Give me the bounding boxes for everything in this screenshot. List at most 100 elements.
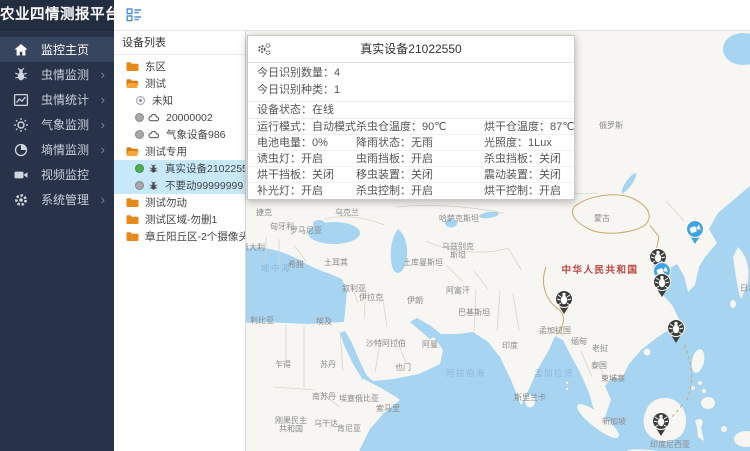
sidebar-item-video-monitor[interactable]: 视频监控 xyxy=(0,162,114,187)
sidebar-item-insect-stats[interactable]: 虫情统计 › xyxy=(0,87,114,112)
layout-list-icon[interactable] xyxy=(126,7,142,23)
topbar xyxy=(114,0,750,31)
sidebar-item-label: 监控主页 xyxy=(41,41,89,58)
tree-item-device-20000002[interactable]: 20000002 xyxy=(114,109,245,126)
tree-item-unknown-device[interactable]: 未知 xyxy=(114,92,245,109)
popup-grid-cell: 诱虫灯：开启 xyxy=(248,151,356,166)
sidebar-item-label: 气象监测 xyxy=(41,116,89,133)
popup-grid-cell: 杀虫控制：开启 xyxy=(356,183,484,199)
map-label: 印度 xyxy=(502,340,518,350)
tree-item-test-special-group[interactable]: 测试专用 xyxy=(114,143,245,160)
tree-item-zhangqiu-cameras[interactable]: 章丘阳丘区-2个摄像头 xyxy=(114,228,245,245)
tree-item-label: 真实设备21022550 xyxy=(165,161,245,176)
device-info-popup: 真实设备21022550 今日识别数量：4今日识别种类：1 设备状态：在线 运行… xyxy=(247,35,575,200)
tree-item-real-device-21022550[interactable]: 真实设备21022550 xyxy=(114,160,245,177)
video-icon xyxy=(13,167,29,183)
chevron-right-icon: › xyxy=(101,66,105,81)
tree-item-label: 20000002 xyxy=(166,112,213,124)
map-label: 俄罗斯 xyxy=(599,120,623,130)
map-label: 日本 xyxy=(740,283,750,293)
map-label: 伊拉克 xyxy=(359,292,383,302)
map-label: 泰国 xyxy=(591,360,607,370)
map-label: 印度尼西亚 xyxy=(650,439,690,449)
folder-closed-icon xyxy=(126,214,139,225)
sidebar-item-label: 虫情统计 xyxy=(41,91,89,108)
map-label: 肯尼亚 xyxy=(337,423,361,433)
tree-item-label: 气象设备986 xyxy=(166,127,226,142)
bug-device-icon xyxy=(148,181,159,191)
map-label: 乌克兰 xyxy=(335,207,359,217)
tree-item-dont-move-99999999[interactable]: 不要动99999999 xyxy=(114,177,245,194)
popup-grid-cell: 烘干挡板：关闭 xyxy=(248,167,356,182)
popup-header: 真实设备21022550 xyxy=(248,36,574,63)
map-label: 阿拉伯海 xyxy=(446,368,486,378)
map-label: 埃塞俄比亚 xyxy=(339,393,379,403)
tree-item-test-group[interactable]: 测试 xyxy=(114,75,245,92)
map-label: 新加坡 xyxy=(602,416,626,426)
sidebar-item-insect-monitor[interactable]: 虫情监测 › xyxy=(0,62,114,87)
location-dot-icon xyxy=(135,95,146,106)
popup-stat: 今日识别种类：1 xyxy=(248,82,574,99)
popup-grid-cell: 烘干仓温度：87℃ xyxy=(484,119,574,134)
tree-item-weather-device-986[interactable]: 气象设备986 xyxy=(114,126,245,143)
sidebar-item-system-manage[interactable]: 系统管理› xyxy=(0,187,114,212)
popup-grid-row: 补光灯：开启杀虫控制：开启烘干控制：开启 xyxy=(248,183,574,199)
bug-icon xyxy=(13,67,29,83)
gears-cluster-icon[interactable] xyxy=(256,42,272,57)
sidebar: 农业四情测报平台 监控主页虫情监测›虫情统计›气象监测›墒情监测›视频监控系统管… xyxy=(0,0,114,451)
map-label: 巴基斯坦 xyxy=(458,307,490,317)
tree-item-label: 测试专用 xyxy=(145,144,187,159)
map-label: 也门 xyxy=(395,362,411,372)
popup-grid: 运行模式：自动模式杀虫仓温度：90℃烘干仓温度：87℃电池电量：0%降雨状态：无… xyxy=(248,119,574,199)
cloud-device-icon xyxy=(148,130,160,139)
popup-grid-cell: 移虫装置：关闭 xyxy=(356,167,484,182)
popup-grid-cell: 虫雨挡板：开启 xyxy=(356,151,484,166)
sidebar-item-label: 视频监控 xyxy=(41,166,89,183)
sidebar-item-monitor-home[interactable]: 监控主页 xyxy=(0,37,114,62)
map-label: 孟加拉国 xyxy=(539,325,571,335)
popup-grid-row: 烘干挡板：关闭移虫装置：关闭震动装置：关闭 xyxy=(248,167,574,183)
tree-item-test-region-del1[interactable]: 测试区域-勿删1 xyxy=(114,211,245,228)
map-label: 乌干达 xyxy=(314,418,338,428)
map-label: 伊朗 xyxy=(407,295,423,305)
chevron-right-icon: › xyxy=(101,191,105,206)
map-label: 土耳其 xyxy=(324,257,348,267)
map-label: 哈萨克斯坦 xyxy=(439,213,479,223)
popup-grid-row: 电池电量：0%降雨状态：无雨光照度：1Lux xyxy=(248,135,574,151)
chevron-right-icon: › xyxy=(101,141,105,156)
folder-closed-icon xyxy=(126,61,139,72)
folder-open-icon xyxy=(126,78,139,89)
sidebar-item-weather-monitor[interactable]: 气象监测 › xyxy=(0,112,114,137)
device-tree: 东区测试未知 20000002 气象设备986 测试专用真实设备21022550不要动… xyxy=(114,55,245,245)
popup-grid-cell: 补光灯：开启 xyxy=(248,183,356,199)
chart-icon xyxy=(13,92,29,108)
popup-grid-cell: 杀虫挡板：关闭 xyxy=(484,151,574,166)
folder-closed-icon xyxy=(126,231,139,242)
popup-grid-cell: 光照度：1Lux xyxy=(484,135,574,150)
map-label: 沙特阿拉伯 xyxy=(366,338,406,348)
map-label: 刚果民主共和国 xyxy=(275,415,307,434)
popup-grid-cell: 烘干控制：开启 xyxy=(484,183,574,199)
tree-item-label: 测试勿动 xyxy=(145,195,187,210)
popup-status-row: 设备状态：在线 xyxy=(248,102,574,119)
map-label: 老挝 xyxy=(592,343,608,353)
map-label: 阿富汗 xyxy=(446,285,470,295)
map-label: 捷克 xyxy=(256,207,272,217)
tree-item-east-area[interactable]: 东区 xyxy=(114,58,245,75)
popup-grid-cell: 降雨状态：无雨 xyxy=(356,135,484,150)
map-label: 南苏丹 xyxy=(312,391,336,401)
map-label: 中华人民共和国 xyxy=(561,264,638,276)
chevron-right-icon: › xyxy=(101,91,105,106)
popup-grid-row: 运行模式：自动模式杀虫仓温度：90℃烘干仓温度：87℃ xyxy=(248,119,574,135)
tree-item-test-no-touch[interactable]: 测试勿动 xyxy=(114,194,245,211)
app-window: 农业四情测报平台 监控主页虫情监测›虫情统计›气象监测›墒情监测›视频监控系统管… xyxy=(0,0,750,451)
sidebar-item-soil-monitor[interactable]: 墒情监测› xyxy=(0,137,114,162)
sidebar-item-label: 虫情监测 xyxy=(41,66,89,83)
tree-item-label: 东区 xyxy=(145,59,166,74)
map-label: 缅甸 xyxy=(571,336,587,346)
tree-item-label: 测试 xyxy=(145,76,166,91)
status-dot-offline xyxy=(135,113,144,122)
map-label: 蒙古 xyxy=(594,213,610,223)
chevron-right-icon: › xyxy=(101,116,105,131)
sidebar-menu: 监控主页虫情监测›虫情统计›气象监测›墒情监测›视频监控系统管理› xyxy=(0,31,114,212)
